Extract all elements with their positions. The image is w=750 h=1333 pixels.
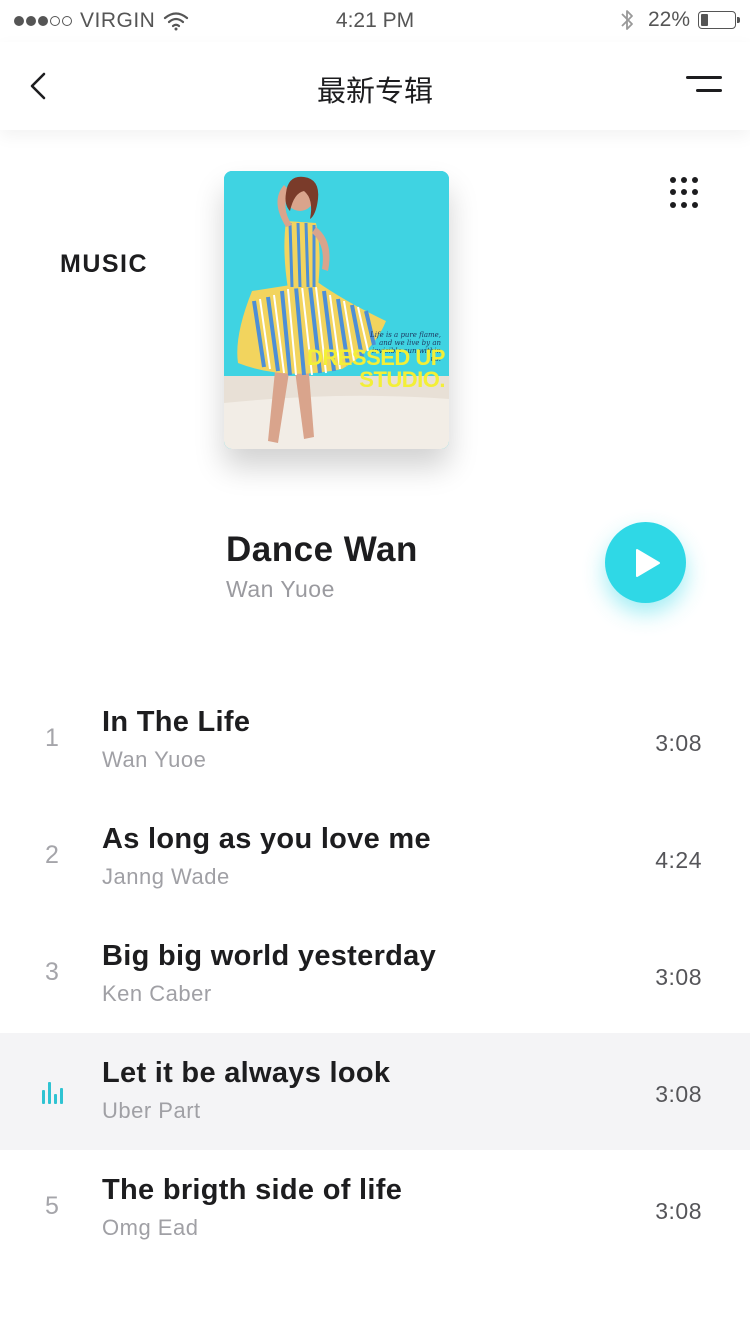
track-duration: 3:08 <box>655 1198 702 1224</box>
track-title: As long as you love me <box>102 823 431 855</box>
status-bar: VIRGIN 4:21 PM 22% <box>0 0 750 42</box>
section-label: MUSIC <box>60 250 149 278</box>
track-title: Big big world yesterday <box>102 940 437 972</box>
track-number: 2 <box>45 841 59 869</box>
album-artist[interactable]: Wan Yuoe <box>226 576 335 603</box>
track-row[interactable]: 5 The brigth side of life Omg Ead 3:08 <box>0 1150 750 1267</box>
bluetooth-icon <box>621 10 633 30</box>
cover-brand-line2: STUDIO. <box>359 367 445 392</box>
battery-level <box>701 14 708 26</box>
status-bar-right: 22% <box>620 8 740 32</box>
track-duration: 3:08 <box>655 1081 702 1107</box>
track-row[interactable]: 3 Big big world yesterday Ken Caber 3:08 <box>0 916 750 1033</box>
track-number: 1 <box>45 724 59 752</box>
track-title: In The Life <box>102 706 251 738</box>
track-duration: 4:24 <box>655 847 702 873</box>
track-row[interactable]: 2 As long as you love me Janng Wade 4:24 <box>0 799 750 916</box>
track-artist: Ken Caber <box>102 981 212 1006</box>
track-number: 3 <box>45 958 59 986</box>
track-title: Let it be always look <box>102 1057 391 1089</box>
track-row[interactable]: Let it be always look Uber Part 3:08 <box>0 1033 750 1150</box>
track-artist: Omg Ead <box>102 1215 199 1240</box>
track-title: The brigth side of life <box>102 1174 403 1206</box>
cover-brand-line1: DRESSED UP <box>306 345 446 370</box>
battery-percent: 22% <box>647 8 690 31</box>
battery-icon <box>698 11 740 29</box>
menu-icon[interactable] <box>686 72 722 98</box>
track-duration: 3:08 <box>655 964 702 990</box>
play-icon <box>636 549 660 577</box>
nav-bar: 最新专辑 <box>0 42 750 130</box>
track-row[interactable]: 1 In The Life Wan Yuoe 3:08 <box>0 682 750 799</box>
track-artist: Uber Part <box>102 1098 201 1123</box>
equalizer-icon <box>42 1082 66 1104</box>
album-cover-art <box>224 171 449 449</box>
cover-brand: DRESSED UP STUDIO. <box>306 345 446 392</box>
track-duration: 3:08 <box>655 730 702 756</box>
track-artist: Wan Yuoe <box>102 747 207 772</box>
album-title: Dance Wan <box>226 530 418 569</box>
track-number: 5 <box>45 1192 59 1220</box>
grid-icon[interactable] <box>670 177 702 209</box>
play-button[interactable] <box>605 522 686 603</box>
track-artist: Janng Wade <box>102 864 230 889</box>
page-title: 最新专辑 <box>316 74 433 108</box>
album-cover[interactable]: Life is a pure flame, and we live by an … <box>224 171 449 449</box>
